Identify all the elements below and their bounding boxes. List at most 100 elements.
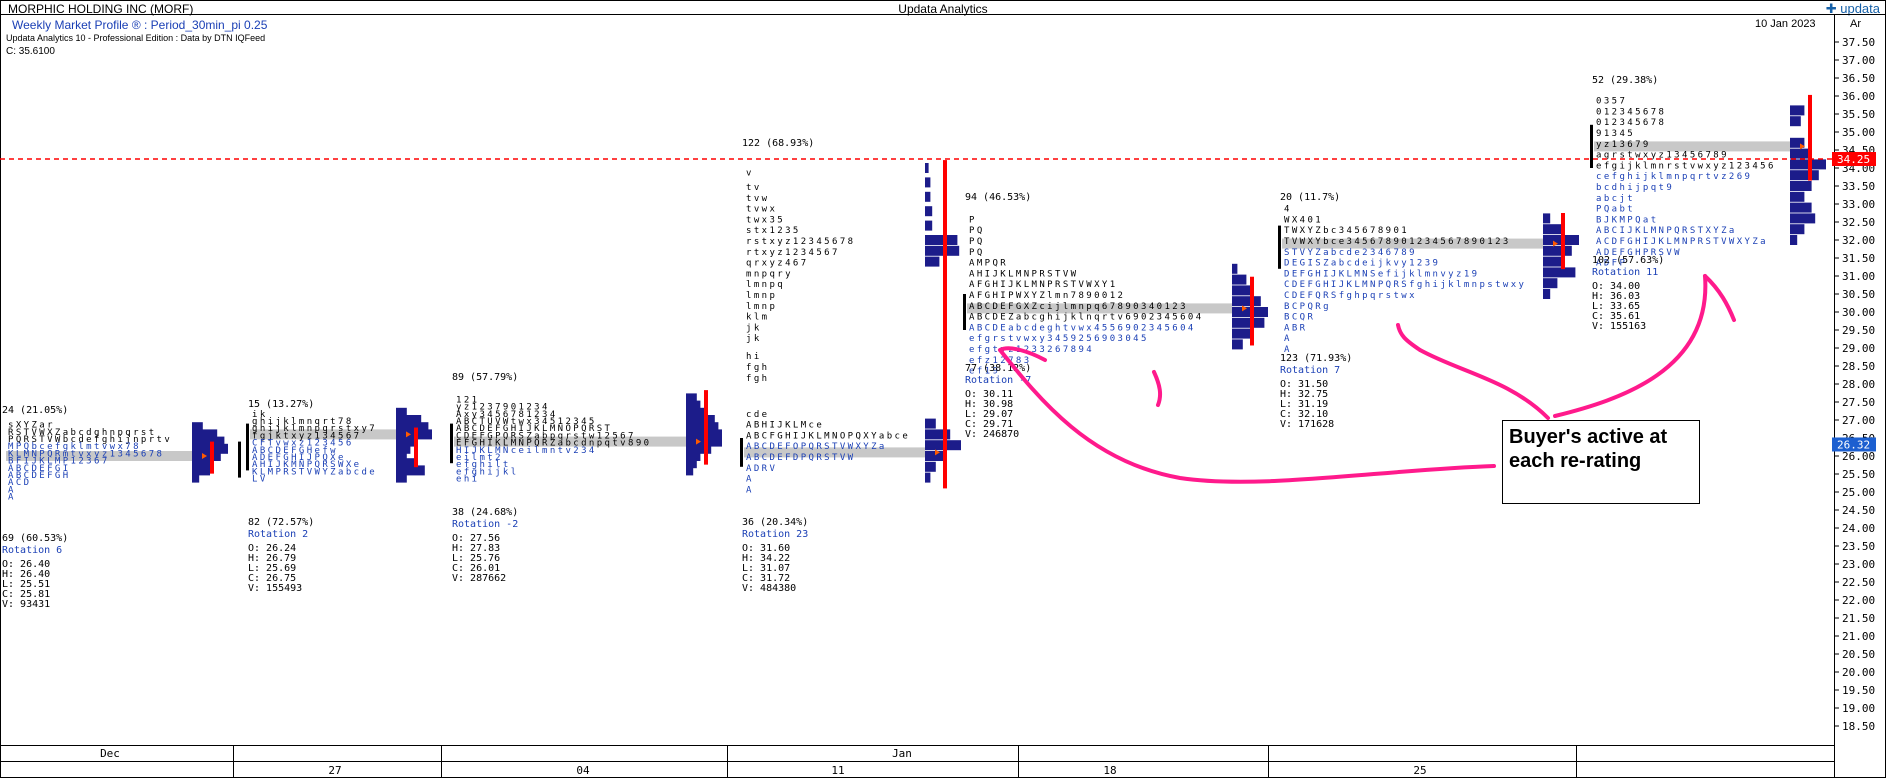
y-tick-label: 33.00 [1842,198,1875,211]
weekly-range-bar [414,427,418,468]
tpo-row: A [746,485,754,495]
histogram-bar [1790,213,1816,224]
tpo-row: lmnp [746,291,777,301]
tpo-row: BJKMPQat [1596,215,1659,225]
open-range-bar [963,294,966,330]
x-month-label: Dec [100,747,120,760]
tpo-row: ABCDEabcdeghtvwx4556902345604 [969,323,1196,333]
tpo-row: 91345 [1596,129,1635,139]
open-range-bar [1590,124,1593,168]
y-tick-label: 19.50 [1842,684,1875,697]
profile-rotation: Rotation -2 [452,519,518,530]
market-profile-chart[interactable]: 37.5037.0036.5036.0035.5035.0034.5034.00… [0,0,1886,778]
y-tick-label: 23.00 [1842,558,1875,571]
profile-bottom-count: 36 (20.34%) [742,517,808,528]
histogram-bar [1543,245,1572,256]
open-range-bar [238,441,241,478]
profile-ohlcv: V: 155163 [1592,321,1646,332]
histogram-bar [1232,274,1247,285]
y-tick-label: 26.00 [1842,450,1875,463]
profile-rotation: Rotation 6 [2,545,62,556]
histogram-bar [925,256,940,267]
arrowhead-3 [1703,274,1736,322]
histogram-bar [1543,224,1561,235]
tpo-row: A [1284,334,1292,344]
profile-ohlcv: V: 287662 [452,573,506,584]
tpo-row: lmnp [746,302,777,312]
y-tick-label: 35.00 [1842,126,1875,139]
y-tick-label: 37.50 [1842,36,1875,49]
profile-bottom-count: 69 (60.53%) [2,533,68,544]
tpo-row: ABCDEFDPQRSTVW [746,453,855,463]
weekly-range-bar [1561,213,1565,270]
tpo-row: stx1235 [746,226,801,236]
histogram-bar [1790,116,1801,127]
tpo-row: AMPQR [969,259,1008,269]
y-tick-label: 18.50 [1842,720,1875,733]
profile-ohlcv: V: 93431 [2,599,50,610]
annotation-box: Buyer's active at each re-rating [1502,420,1700,504]
tpo-row: rtxyz1234567 [746,248,840,258]
histogram-bar [1790,235,1798,245]
histogram-bar [1232,296,1261,307]
tpo-row: CDEFQRSfghpqrstwx [1284,291,1417,301]
histogram-bar [396,472,407,483]
tpo-row: lmnpq [746,280,785,290]
weekly-range-bar [704,390,708,465]
open-range-bar [450,423,453,464]
weekly-range-bar [210,441,214,474]
open-range-bar [1278,225,1281,269]
arrowhead-2 [1396,323,1422,352]
profile-bottom-count: 123 (71.93%) [1280,353,1352,364]
tpo-row: efgrstvwxy3459256903045 [969,334,1149,344]
tpo-row: ABCDEZabcghijklnqrtv6902345604 [969,313,1204,323]
tpo-row: hi [746,352,762,362]
updata-chart-window: MORPHIC HOLDING INC (MORF) Updata Analyt… [0,0,1886,778]
tpo-row: AHIJKLMNPRSTVW [969,269,1078,279]
current-price-label: 26.32 [1837,438,1870,451]
y-tick-label: 28.00 [1842,378,1875,391]
tpo-row: efgijklmnrstvwxyz123456 [1596,161,1776,171]
profile-ohlcv: V: 484380 [742,583,796,594]
y-tick-label: 21.00 [1842,630,1875,643]
tpo-row: DEGISZabcdeijkvy1239 [1284,259,1440,269]
histogram-bar [1790,105,1805,116]
y-tick-label: 29.50 [1842,324,1875,337]
tpo-row: ADRV [746,464,777,474]
annotation-arrow-2 [1418,348,1550,420]
x-week-label: 04 [576,764,590,777]
tpo-row: PQ [969,248,985,258]
histogram-bar [1790,191,1805,202]
open-range-bar [740,438,743,467]
tpo-row: ABCDEFGXZcijlmnpq67890340123 [969,302,1188,312]
tpo-row: ehi [456,475,479,485]
y-tick-label: 29.00 [1842,342,1875,355]
tpo-row: STVYZabcde2346789 [1284,248,1417,258]
open-range-bar [246,423,249,471]
y-tick-label: 22.00 [1842,594,1875,607]
tpo-row: cefghijklmnpqrtvz269 [1596,172,1752,182]
histogram-bar [1543,267,1576,278]
profile-bottom-count: 77 (38.12%) [965,363,1031,374]
y-tick-label: 24.00 [1842,522,1875,535]
y-tick-label: 36.50 [1842,72,1875,85]
tpo-row: yz13679 [1596,140,1651,150]
y-tick-label: 19.00 [1842,702,1875,715]
tpo-row: ABCIJKLMNPQRSTXYZa [1596,226,1737,236]
histogram-bar [925,235,958,245]
profile-ohlcv: V: 246870 [965,429,1019,440]
tpo-row: AFGHIPWXYZlmn7890012 [969,291,1125,301]
profile-bottom-count: 102 (57.63%) [1592,255,1664,266]
tpo-row: PQ [969,226,985,236]
y-tick-label: 32.00 [1842,234,1875,247]
y-tick-label: 27.00 [1842,414,1875,427]
y-tick-label: 24.50 [1842,504,1875,517]
annotation-line-2: each re-rating [1509,450,1642,472]
tpo-row: rstxyz12345678 [746,237,855,247]
profile-bottom-count: 82 (72.57%) [248,517,314,528]
y-tick-label: 20.00 [1842,666,1875,679]
tpo-row: tv [746,183,762,193]
tpo-row: BCQR [1284,313,1315,323]
profile-top-count: 122 (68.93%) [742,138,814,149]
x-week-label: 25 [1413,764,1426,777]
